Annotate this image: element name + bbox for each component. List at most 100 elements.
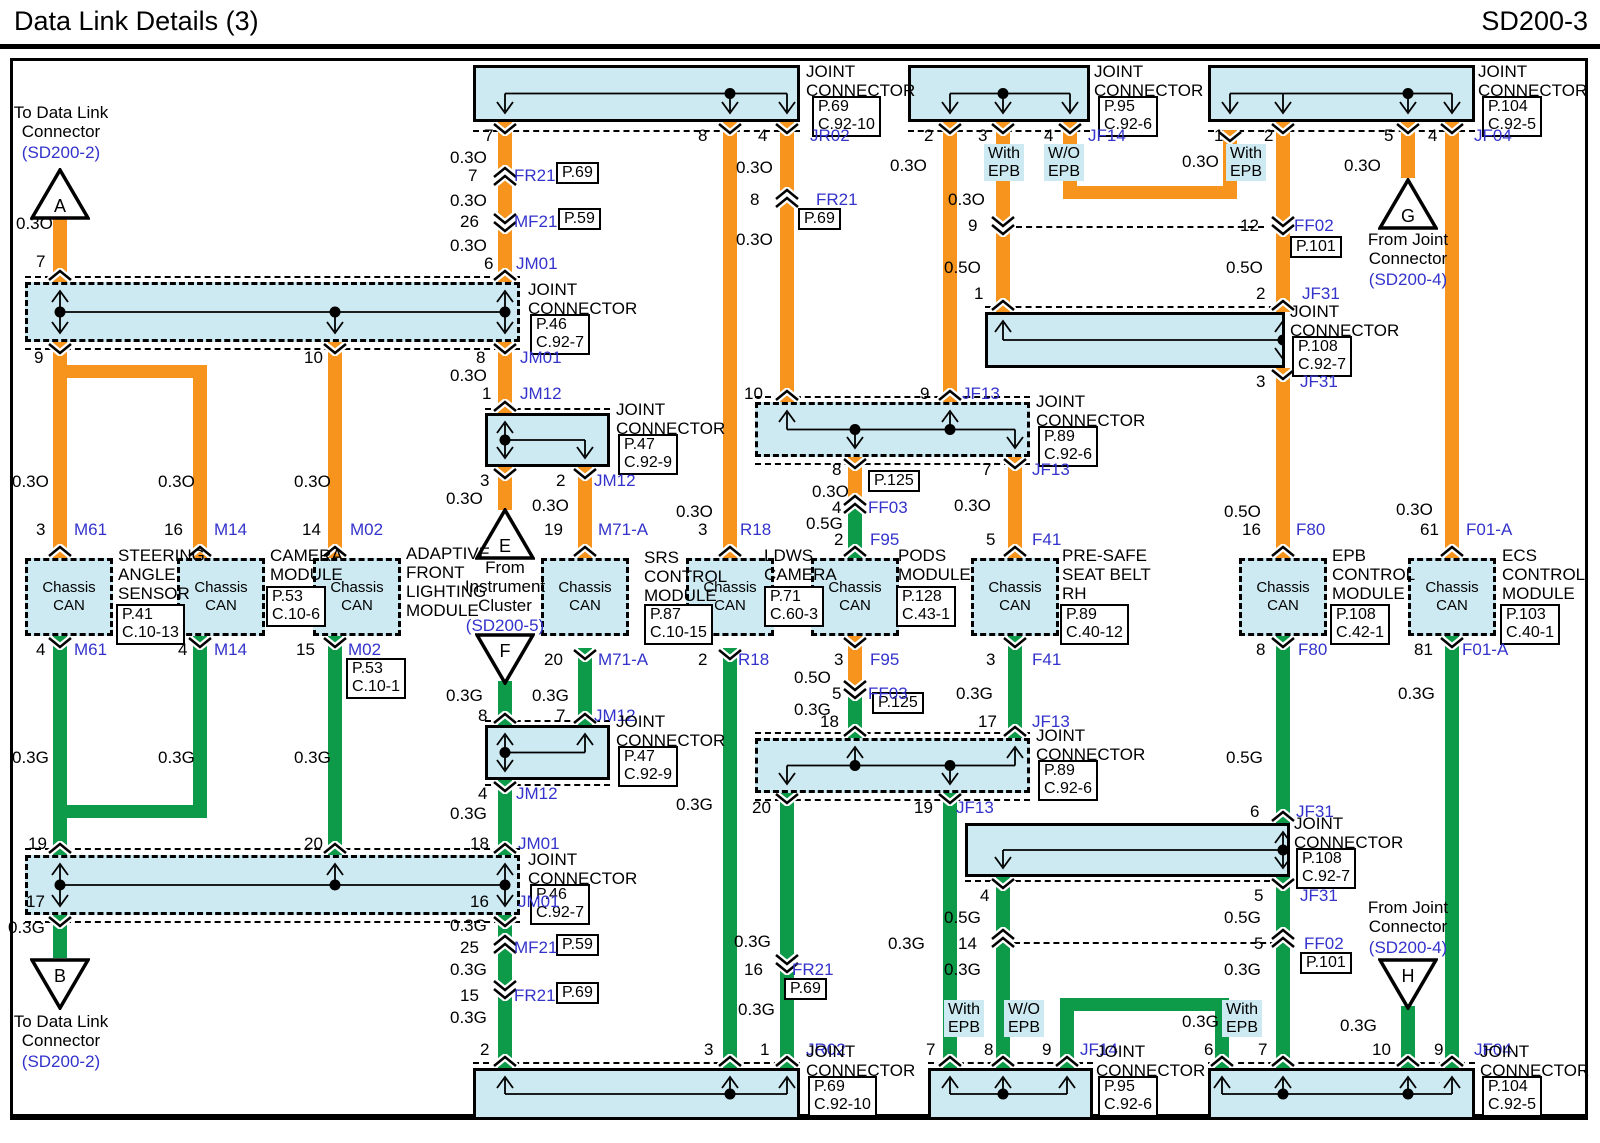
page-ref: P.101 (1300, 952, 1352, 974)
label: FR21 (792, 960, 834, 979)
label: FF02 (1304, 934, 1344, 953)
label: 7 (1258, 1040, 1267, 1059)
pin-arrow (47, 268, 73, 282)
label: 20 (544, 650, 563, 669)
label: PRE-SAFE SEAT BELT RH (1062, 546, 1151, 603)
label: 3 (480, 471, 489, 490)
variant-badge: With EPB (1226, 144, 1266, 181)
dashed-line (25, 921, 520, 923)
label: JOINT CONNECTOR (806, 1042, 915, 1080)
label: JOINT CONNECTOR (616, 712, 725, 750)
label: 1 (760, 1040, 769, 1059)
label: JOINT CONNECTOR (1036, 392, 1145, 430)
module-box: Chassis CAN (1239, 558, 1327, 636)
label: 20 (304, 834, 323, 853)
page-ref: P.47 C.92-9 (618, 746, 678, 787)
page-ref: P.108 C.92-7 (1292, 336, 1352, 377)
off-page-triangle-A: A (30, 168, 90, 220)
wire-vertical (53, 342, 67, 558)
pin-arrow (774, 792, 800, 806)
pin-arrow (842, 457, 868, 471)
off-page-triangle-B: B (30, 958, 90, 1010)
label: 0.3O (532, 496, 569, 515)
label: M14 (214, 520, 247, 539)
label: FF02 (1294, 216, 1334, 235)
pin-arrow (774, 1054, 800, 1068)
chassis-can-label: Chassis CAN (1256, 579, 1309, 615)
inline-connector-chevron (774, 187, 800, 209)
joint-connector-box (755, 402, 1030, 457)
dashed-line (1014, 942, 1276, 944)
label: 0.3O (736, 230, 773, 249)
label: 0.3O (294, 472, 331, 491)
joint-connector-box (485, 725, 610, 780)
label: EPB CONTROL MODULE (1332, 546, 1415, 603)
label: 0.3O (12, 472, 49, 491)
pin-arrow (717, 122, 743, 136)
label: 0.3G (956, 684, 993, 703)
label: 0.5G (1226, 748, 1263, 767)
label: 2 (698, 650, 707, 669)
joint-connector-box (965, 823, 1290, 877)
pin-arrow (47, 636, 73, 650)
label: To Data Link Connector (5, 103, 117, 141)
label: JOINT CONNECTOR (1036, 726, 1145, 764)
pin-arrow (1439, 544, 1465, 558)
pin-arrow (1395, 122, 1421, 136)
inline-connector-chevron (990, 215, 1016, 237)
label: FR21 (514, 166, 556, 185)
label: 8 (698, 126, 707, 145)
label: 2 (556, 471, 565, 490)
label: F41 (1032, 650, 1061, 669)
pin-arrow (492, 399, 518, 413)
module-box: Chassis CAN (25, 558, 113, 636)
label: JR02 (810, 126, 850, 145)
label: M61 (74, 640, 107, 659)
label: PODS MODULE (898, 546, 971, 584)
label: JF31 (1302, 284, 1340, 303)
wire-vertical (780, 122, 794, 402)
label: 18 (470, 834, 489, 853)
label: JM12 (594, 471, 636, 490)
dashed-line (473, 1062, 800, 1064)
svg-text:F: F (500, 641, 511, 661)
label: F80 (1298, 640, 1327, 659)
label: 2 (924, 126, 933, 145)
label: 61 (1420, 520, 1439, 539)
label: 7 (926, 1040, 935, 1059)
joint-connector-box (1208, 1068, 1475, 1120)
label: From Joint Connector (1348, 230, 1468, 268)
label: FR21 (816, 190, 858, 209)
label: 7 (556, 706, 565, 725)
pin-arrow (1002, 724, 1028, 738)
page-ref: P.69 (784, 978, 827, 1000)
label: 0.5O (794, 668, 831, 687)
label: 14 (958, 934, 977, 953)
label: 3 (834, 650, 843, 669)
label: JM12 (516, 784, 558, 803)
page-ref: P.69 (556, 162, 599, 184)
pin-arrow (322, 342, 348, 356)
label: 8 (750, 190, 759, 209)
wiring-diagram-page: Data Link Details (3) SD200-3 Chassis CA… (0, 0, 1600, 1143)
label: 0.5O (1226, 258, 1263, 277)
page-ref: P.125 (868, 470, 920, 492)
wire-vertical (1445, 636, 1459, 1068)
label: 0.3G (1340, 1016, 1377, 1035)
label: 25 (460, 938, 479, 957)
label: 9 (1042, 1040, 1051, 1059)
label: 7 (468, 166, 477, 185)
wire-vertical (723, 648, 737, 1068)
joint-connector-box (755, 738, 1030, 793)
pin-arrow (187, 636, 213, 650)
label: 0.3O (1396, 500, 1433, 519)
pin-arrow (492, 268, 518, 282)
wire-vertical (193, 636, 207, 818)
page-ref: P.59 (556, 934, 599, 956)
label: 6 (1250, 802, 1259, 821)
label: 0.3O (158, 472, 195, 491)
label: JF13 (956, 798, 994, 817)
label: 0.3G (944, 960, 981, 979)
label: R18 (738, 650, 769, 669)
off-page-triangle-G: G (1378, 178, 1438, 230)
